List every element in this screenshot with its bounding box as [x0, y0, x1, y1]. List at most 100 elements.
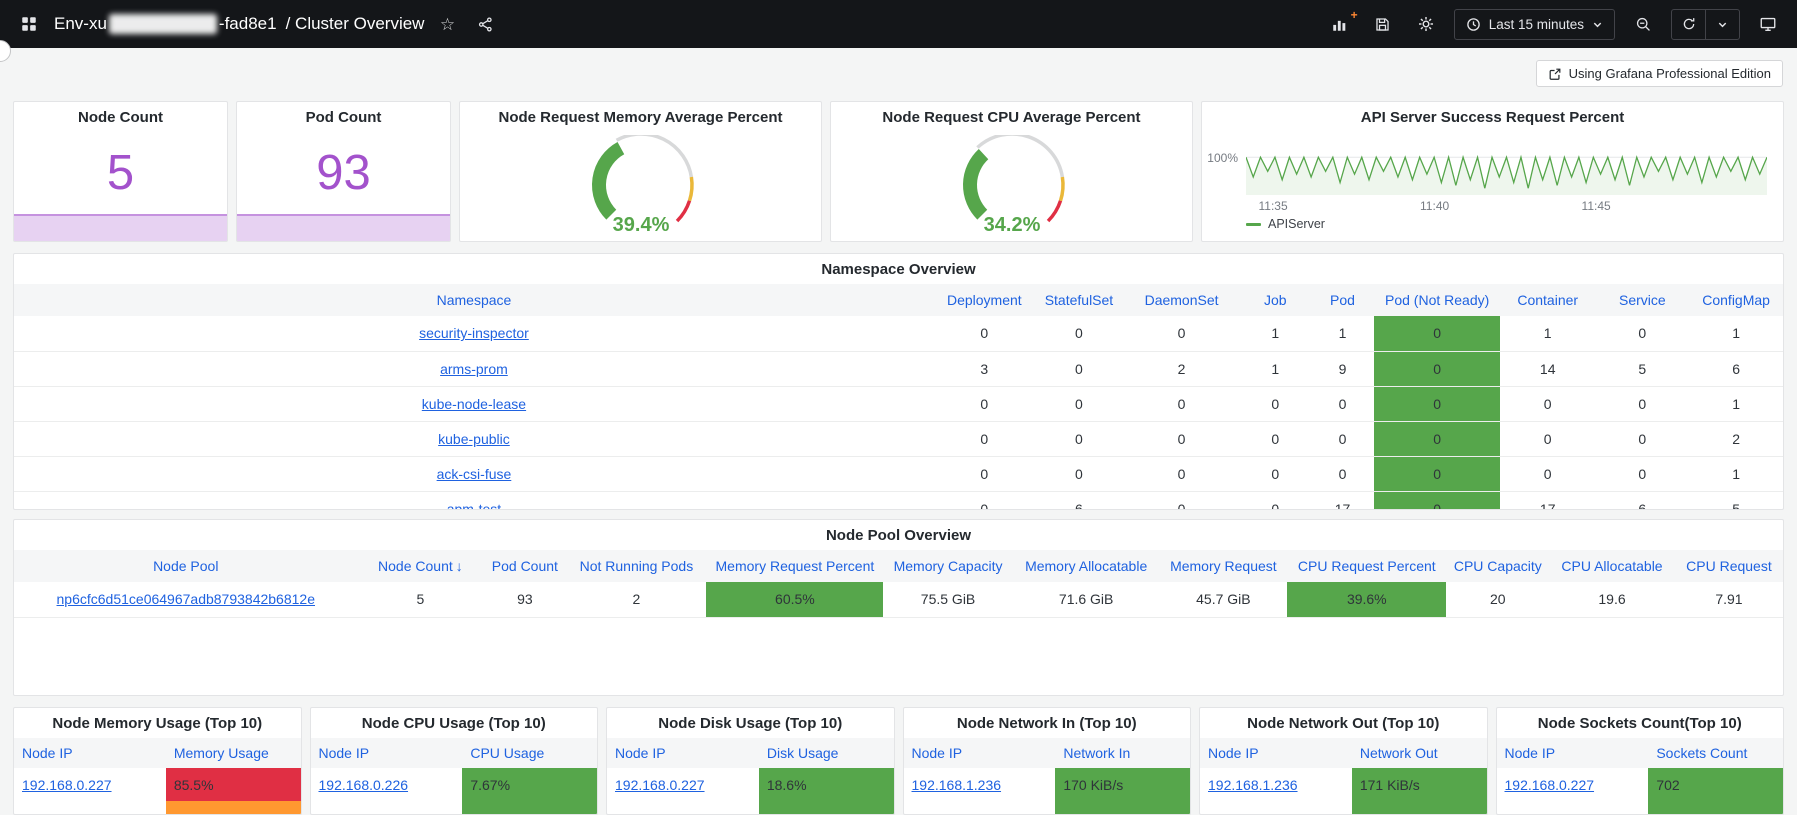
panel-title[interactable]: Node Pool Overview [14, 520, 1783, 550]
table-row: 192.168.1.236171 KiB/s [1200, 768, 1487, 801]
column-header-memory-capacity[interactable]: Memory Capacity [883, 550, 1012, 582]
top-navigation-bar: Env-xu -fad8e1 / Cluster Overview ☆ + [0, 0, 1797, 48]
column-header-cpu-request-percent[interactable]: CPU Request Percent [1287, 550, 1446, 582]
node-ip-link[interactable]: 192.168.1.236 [1208, 777, 1298, 793]
time-series-plot [1246, 152, 1767, 196]
column-header-memory-request-percent[interactable]: Memory Request Percent [706, 550, 883, 582]
namespace-link[interactable]: kube-public [438, 431, 510, 447]
namespace-link[interactable]: ack-csi-fuse [437, 466, 512, 482]
panel-title[interactable]: Node Memory Usage (Top 10) [14, 708, 301, 738]
memory-gauge: 39.4% [460, 132, 821, 241]
grafana-edition-badge[interactable]: Using Grafana Professional Edition [1536, 60, 1783, 87]
column-header-cpu-capacity[interactable]: CPU Capacity [1446, 550, 1549, 582]
column-header-node-ip[interactable]: Node IP [1497, 738, 1649, 768]
column-header-network-in[interactable]: Network In [1055, 738, 1190, 768]
panel-title[interactable]: Node Sockets Count(Top 10) [1497, 708, 1784, 738]
namespace-link[interactable]: arms-prom [440, 361, 508, 377]
grafana-edition-label: Using Grafana Professional Edition [1569, 66, 1771, 81]
panel-title[interactable]: Node Network In (Top 10) [904, 708, 1191, 738]
apps-grid-icon [20, 15, 38, 33]
stat-value: 93 [237, 134, 450, 211]
column-header-job[interactable]: Job [1240, 284, 1311, 316]
column-header-node-ip[interactable]: Node IP [1200, 738, 1352, 768]
panel-title[interactable]: Node Disk Usage (Top 10) [607, 708, 894, 738]
column-header-cpu-allocatable[interactable]: CPU Allocatable [1549, 550, 1675, 582]
save-icon [1374, 16, 1391, 33]
node-ip-link[interactable]: 192.168.0.227 [22, 777, 112, 793]
table-row: 192.168.0.22718.6% [607, 768, 894, 801]
column-header-node-ip[interactable]: Node IP [14, 738, 166, 768]
column-header-deployment[interactable]: Deployment [934, 284, 1035, 316]
namespace-link[interactable]: kube-node-lease [422, 396, 526, 412]
dashboard-settings-button[interactable] [1411, 9, 1441, 39]
panel-title[interactable]: Pod Count [237, 102, 450, 132]
column-header-memory-allocatable[interactable]: Memory Allocatable [1013, 550, 1160, 582]
apps-grid-button[interactable] [14, 9, 44, 39]
star-icon: ☆ [440, 16, 455, 33]
x-axis-tick: 11:40 [1420, 199, 1449, 213]
save-dashboard-button[interactable] [1368, 9, 1398, 39]
node-memory-usage-top-10-table: Node IPMemory Usage192.168.0.22785.5% [14, 738, 301, 815]
namespace-link[interactable]: apm-test [447, 501, 501, 511]
panel-title[interactable]: Node Request Memory Average Percent [460, 102, 821, 132]
column-header-sockets-count[interactable]: Sockets Count [1648, 738, 1783, 768]
column-header-node-ip[interactable]: Node IP [311, 738, 463, 768]
refresh-button[interactable] [1672, 10, 1705, 39]
column-header-node-pool[interactable]: Node Pool [14, 550, 358, 582]
table-row: 192.168.0.2267.67% [311, 768, 598, 801]
column-header-pod-count[interactable]: Pod Count [483, 550, 566, 582]
legend-label: APIServer [1268, 217, 1325, 231]
column-header-node-count[interactable]: Node Count↓ [358, 550, 484, 582]
share-button[interactable] [470, 9, 500, 39]
column-header-pod[interactable]: Pod [1311, 284, 1375, 316]
table-header-row: Node IPSockets Count [1497, 738, 1784, 768]
column-header-node-ip[interactable]: Node IP [904, 738, 1056, 768]
panel-title[interactable]: Node Network Out (Top 10) [1200, 708, 1487, 738]
gauge-arc: 39.4% [566, 135, 716, 239]
column-header-not-running-pods[interactable]: Not Running Pods [566, 550, 706, 582]
panel-title[interactable]: Namespace Overview [14, 254, 1783, 284]
node-ip-link[interactable]: 192.168.0.227 [615, 777, 705, 793]
column-header-disk-usage[interactable]: Disk Usage [759, 738, 894, 768]
y-axis-tick: 100% [1202, 152, 1246, 196]
refresh-icon [1681, 16, 1697, 32]
panel-title[interactable]: Node CPU Usage (Top 10) [311, 708, 598, 738]
favorite-star-button[interactable]: ☆ [432, 9, 462, 39]
node-pool-link[interactable]: np6cfc6d51ce064967adb8793842b6812e [57, 591, 315, 607]
table-row: apm-test06001701765 [14, 491, 1783, 510]
x-axis: 11:3511:4011:45 [1246, 196, 1767, 214]
column-header-cpu-request[interactable]: CPU Request [1675, 550, 1783, 582]
column-header-network-out[interactable]: Network Out [1352, 738, 1487, 768]
panel-title[interactable]: API Server Success Request Percent [1202, 102, 1783, 132]
column-header-memory-usage[interactable]: Memory Usage [166, 738, 301, 768]
panel-title[interactable]: Node Request CPU Average Percent [831, 102, 1192, 132]
table-row: kube-public000000002 [14, 421, 1783, 456]
table-header-row: Node IPDisk Usage [607, 738, 894, 768]
column-header-daemonset[interactable]: DaemonSet [1123, 284, 1240, 316]
node-ip-link[interactable]: 192.168.1.236 [912, 777, 1002, 793]
time-range-picker[interactable]: Last 15 minutes [1454, 9, 1615, 40]
breadcrumb[interactable]: Env-xu -fad8e1 / Cluster Overview [54, 14, 424, 34]
column-header-statefulset[interactable]: StatefulSet [1035, 284, 1123, 316]
panel-node-network-in-top-10: Node Network In (Top 10)Node IPNetwork I… [903, 707, 1192, 815]
table-row: 192.168.0.227702 [1497, 768, 1784, 801]
chart-legend[interactable]: APIServer [1246, 217, 1783, 231]
column-header-node-ip[interactable]: Node IP [607, 738, 759, 768]
zoom-out-button[interactable] [1628, 9, 1658, 39]
namespace-link[interactable]: security-inspector [419, 325, 529, 341]
column-header-service[interactable]: Service [1595, 284, 1689, 316]
panel-node-count: Node Count 5 [13, 101, 228, 242]
column-header-memory-request[interactable]: Memory Request [1160, 550, 1287, 582]
column-header-namespace[interactable]: Namespace [14, 284, 934, 316]
column-header-pod-not-ready[interactable]: Pod (Not Ready) [1374, 284, 1500, 316]
kiosk-mode-button[interactable] [1753, 9, 1783, 39]
refresh-interval-dropdown[interactable] [1706, 10, 1739, 39]
column-header-configmap[interactable]: ConfigMap [1689, 284, 1783, 316]
column-header-cpu-usage[interactable]: CPU Usage [462, 738, 597, 768]
node-ip-link[interactable]: 192.168.0.227 [1505, 777, 1595, 793]
panel-title[interactable]: Node Count [14, 102, 227, 132]
refresh-controls [1671, 9, 1740, 40]
node-ip-link[interactable]: 192.168.0.226 [319, 777, 409, 793]
column-header-container[interactable]: Container [1500, 284, 1596, 316]
add-panel-button[interactable]: + [1325, 9, 1355, 39]
